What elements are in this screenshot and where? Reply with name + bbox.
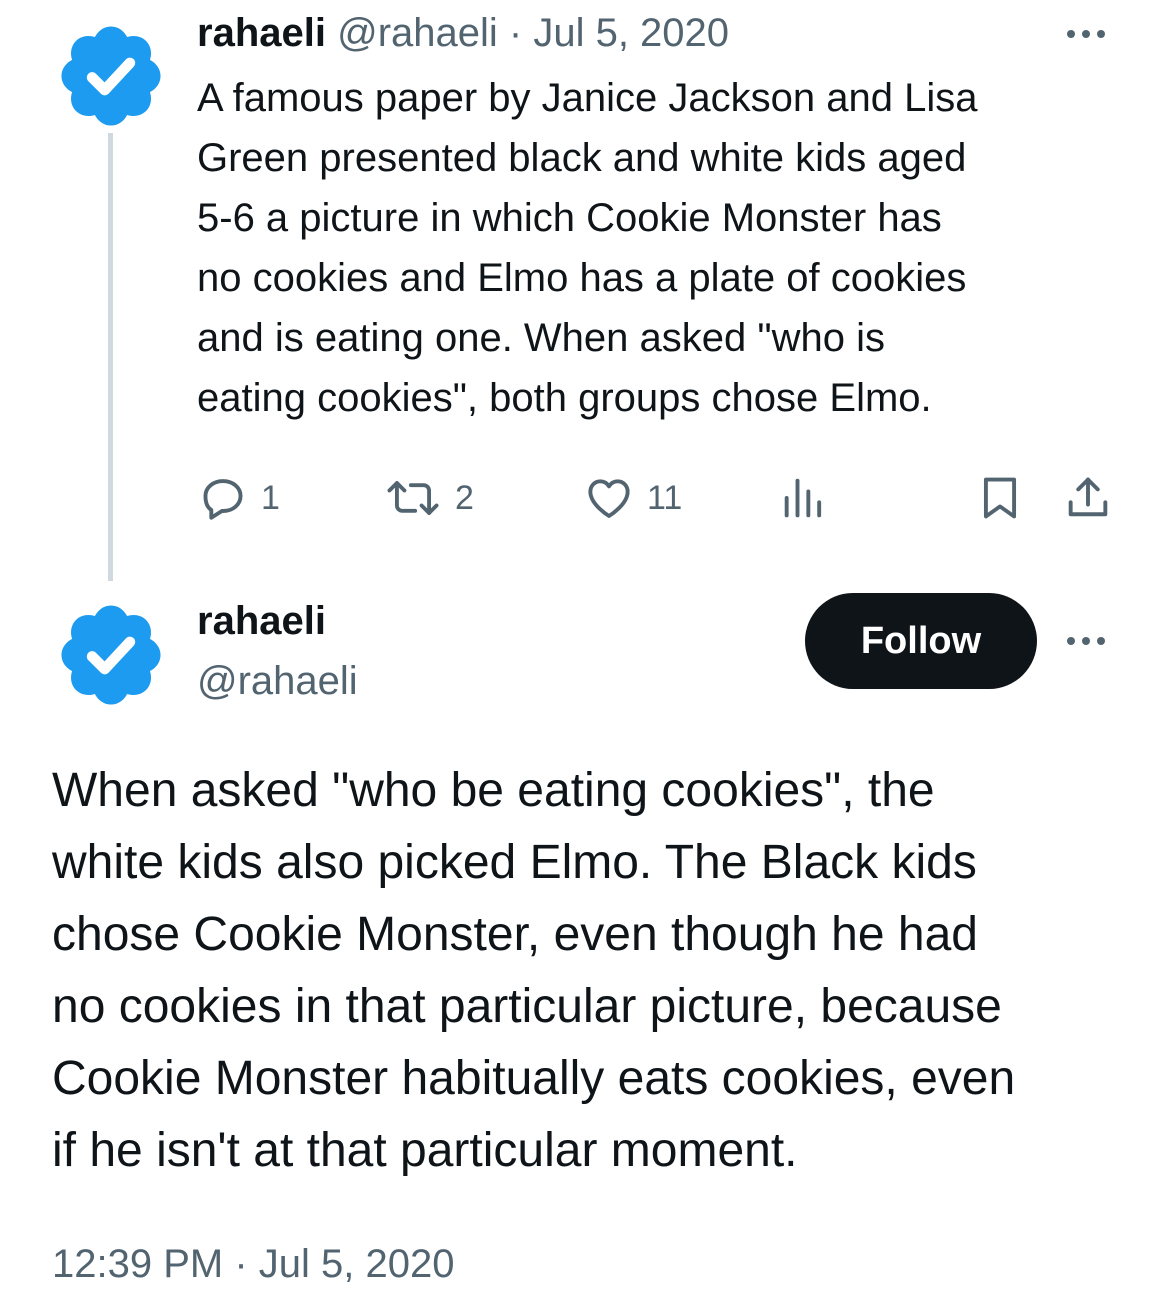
share-button[interactable] <box>1062 470 1114 526</box>
dot <box>1097 30 1105 38</box>
dot <box>1067 637 1075 645</box>
share-upload-icon <box>1068 477 1108 517</box>
dot <box>1082 30 1090 38</box>
dot <box>1067 30 1075 38</box>
reply-button[interactable]: 1 <box>197 470 280 526</box>
like-button[interactable]: 11 <box>583 470 682 526</box>
reply-display-name[interactable]: rahaeli <box>197 11 326 55</box>
views-bar-chart-icon <box>784 478 822 518</box>
reply-action-bar: 1 2 11 <box>0 470 1170 526</box>
verified-badge-icon[interactable] <box>53 18 169 134</box>
dot <box>1097 637 1105 645</box>
bookmark-icon <box>983 477 1017 519</box>
heart-icon <box>588 479 630 518</box>
reply-tweet-text: A famous paper by Janice Jackson and Lis… <box>197 76 978 420</box>
retweet-count: 2 <box>455 478 474 517</box>
follow-button[interactable]: Follow <box>805 593 1037 689</box>
main-tweet-timestamp[interactable]: 12:39 PM · Jul 5, 2020 <box>52 1238 454 1290</box>
main-more-dots-icon[interactable] <box>1056 629 1116 653</box>
verified-badge-icon[interactable] <box>53 597 169 713</box>
reply-tweet-header: rahaeli @rahaeli · Jul 5, 2020 <box>197 8 729 58</box>
reply-handle[interactable]: @rahaeli <box>337 11 498 55</box>
retweet-button[interactable]: 2 <box>383 470 474 526</box>
main-handle[interactable]: @rahaeli <box>197 656 358 706</box>
reply-date[interactable]: Jul 5, 2020 <box>533 11 729 55</box>
dot <box>1082 637 1090 645</box>
views-button[interactable] <box>778 470 830 526</box>
reply-bubble-icon <box>203 479 243 520</box>
reply-separator: · <box>497 11 534 55</box>
reply-more-dots-icon[interactable] <box>1056 22 1116 46</box>
reply-count: 1 <box>261 478 280 517</box>
main-display-name[interactable]: rahaeli <box>197 596 326 646</box>
bookmark-button[interactable] <box>974 470 1026 526</box>
retweet-icon <box>387 481 439 515</box>
like-count: 11 <box>647 478 683 517</box>
main-tweet-text: When asked "who be eating cookies", the … <box>52 764 1016 1177</box>
